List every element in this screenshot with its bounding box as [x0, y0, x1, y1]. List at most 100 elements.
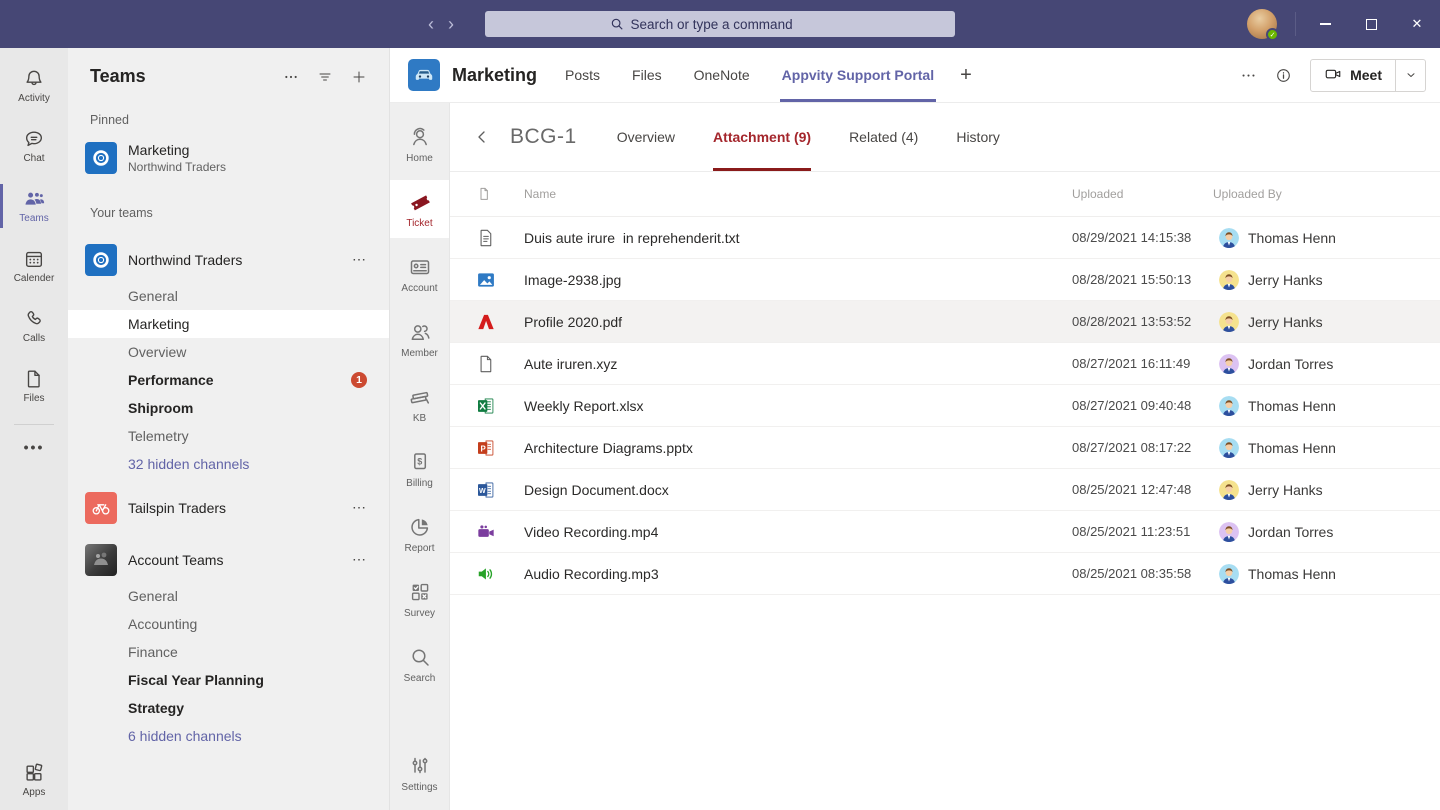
- channel-shiproom[interactable]: Shiproom: [68, 394, 389, 422]
- tab-appvity-support-portal[interactable]: Appvity Support Portal: [782, 48, 934, 102]
- channel-label: Finance: [128, 644, 375, 660]
- app-rail-item-label: Ticket: [406, 218, 432, 229]
- attachment-row[interactable]: Aute iruren.xyz 08/27/2021 16:11:49 Jord…: [450, 343, 1440, 385]
- app-rail-item-ticket[interactable]: Ticket: [390, 180, 449, 238]
- back-icon[interactable]: [474, 129, 496, 145]
- app-rail-item-kb[interactable]: KB: [390, 375, 449, 433]
- header-more-icon[interactable]: [1240, 67, 1257, 84]
- minimize-button[interactable]: [1302, 0, 1348, 48]
- channel-general[interactable]: General: [68, 582, 389, 610]
- team-row-account-teams[interactable]: Account Teams ⋯: [68, 538, 389, 582]
- ticket-tab-attachment-9[interactable]: Attachment (9): [713, 103, 811, 171]
- attachment-row[interactable]: W Design Document.docx 08/25/2021 12:47:…: [450, 469, 1440, 511]
- add-tab-button[interactable]: +: [960, 64, 972, 87]
- rail-more-button[interactable]: •••: [0, 435, 68, 459]
- team-logo: [408, 59, 440, 91]
- hidden-channels-link[interactable]: 32 hidden channels: [68, 450, 389, 478]
- pinned-channel-marketing[interactable]: Marketing Northwind Traders: [68, 137, 389, 180]
- channel-info-icon[interactable]: [1275, 67, 1292, 84]
- app-rail-item-billing[interactable]: $ Billing: [390, 440, 449, 498]
- attachment-file-name[interactable]: Image-2938.jpg: [524, 272, 1072, 288]
- user-avatar[interactable]: ✓: [1247, 9, 1277, 39]
- team-row-northwind-traders[interactable]: Northwind Traders ⋯: [68, 238, 389, 282]
- attachment-file-name[interactable]: Audio Recording.mp3: [524, 566, 1072, 582]
- attachment-row[interactable]: Weekly Report.xlsx 08/27/2021 09:40:48 T…: [450, 385, 1440, 427]
- northwind-logo: [85, 244, 117, 276]
- powerpoint-file-icon: P: [476, 438, 496, 458]
- generic-file-icon: [476, 354, 496, 374]
- attachment-file-name[interactable]: Video Recording.mp4: [524, 524, 1072, 540]
- left-rail: Activity Chat Teams Calender Calls Files…: [0, 48, 68, 810]
- tab-files[interactable]: Files: [632, 48, 662, 102]
- channel-overview[interactable]: Overview: [68, 338, 389, 366]
- rail-item-apps[interactable]: Apps: [0, 752, 68, 808]
- team-more-icon[interactable]: ⋯: [352, 251, 367, 268]
- channel-general[interactable]: General: [68, 282, 389, 310]
- channel-finance[interactable]: Finance: [68, 638, 389, 666]
- ticket-tab-history[interactable]: History: [956, 103, 1000, 171]
- app-rail-item-label: Account: [401, 283, 437, 294]
- tab-onenote[interactable]: OneNote: [694, 48, 750, 102]
- team-row-tailspin-traders[interactable]: Tailspin Traders ⋯: [68, 486, 389, 530]
- svg-text:W: W: [479, 487, 486, 495]
- search-app-icon: [408, 645, 432, 669]
- uploader-avatar: [1219, 564, 1239, 584]
- team-more-icon[interactable]: ⋯: [352, 499, 367, 516]
- rail-item-calls[interactable]: Calls: [0, 298, 68, 354]
- hidden-channels-link[interactable]: 6 hidden channels: [68, 722, 389, 750]
- app-rail-item-home[interactable]: Home: [390, 115, 449, 173]
- channel-strategy[interactable]: Strategy: [68, 694, 389, 722]
- command-search[interactable]: [485, 11, 955, 37]
- attachment-row[interactable]: Video Recording.mp4 08/25/2021 11:23:51 …: [450, 511, 1440, 553]
- ticket-tab-related-4[interactable]: Related (4): [849, 103, 918, 171]
- attachment-file-name[interactable]: Design Document.docx: [524, 482, 1072, 498]
- channel-marketing[interactable]: Marketing: [68, 310, 389, 338]
- rail-item-label: Chat: [23, 153, 44, 164]
- close-button[interactable]: ✕: [1394, 0, 1440, 48]
- app-rail-item-search[interactable]: Search: [390, 635, 449, 693]
- channel-accounting[interactable]: Accounting: [68, 610, 389, 638]
- app-rail-item-member[interactable]: Member: [390, 310, 449, 368]
- attachment-file-name[interactable]: Duis aute irure in reprehenderit.txt: [524, 230, 1072, 246]
- search-input[interactable]: [631, 17, 831, 32]
- meet-button[interactable]: Meet: [1310, 59, 1426, 92]
- attachment-file-name[interactable]: Architecture Diagrams.pptx: [524, 440, 1072, 456]
- attachment-file-name[interactable]: Profile 2020.pdf: [524, 314, 1072, 330]
- filter-icon[interactable]: [317, 69, 333, 85]
- maximize-button[interactable]: [1348, 0, 1394, 48]
- channel-label: Strategy: [128, 700, 375, 716]
- account-icon: [408, 255, 432, 279]
- ticket-tab-overview[interactable]: Overview: [617, 103, 675, 171]
- titlebar-divider: [1295, 12, 1296, 36]
- rail-item-activity[interactable]: Activity: [0, 58, 68, 114]
- rail-item-teams[interactable]: Teams: [0, 178, 68, 234]
- channel-telemetry[interactable]: Telemetry: [68, 422, 389, 450]
- rail-item-files[interactable]: Files: [0, 358, 68, 414]
- meet-options-chevron[interactable]: [1395, 60, 1425, 91]
- team-more-icon[interactable]: ⋯: [352, 551, 367, 568]
- uploader-avatar: [1219, 396, 1239, 416]
- channel-fiscal-year-planning[interactable]: Fiscal Year Planning: [68, 666, 389, 694]
- attachment-file-name[interactable]: Weekly Report.xlsx: [524, 398, 1072, 414]
- rail-item-chat[interactable]: Chat: [0, 118, 68, 174]
- attachment-row[interactable]: Duis aute irure in reprehenderit.txt 08/…: [450, 217, 1440, 259]
- app-rail-item-settings[interactable]: Settings: [390, 744, 449, 802]
- meet-button-label: Meet: [1350, 67, 1382, 83]
- join-create-team-icon[interactable]: [351, 69, 367, 85]
- attachment-uploaded-date: 08/29/2021 14:15:38: [1072, 230, 1213, 245]
- app-rail-item-survey[interactable]: Survey: [390, 570, 449, 628]
- word-file-icon: W: [476, 480, 496, 500]
- attachment-file-name[interactable]: Aute iruren.xyz: [524, 356, 1072, 372]
- app-rail-item-account[interactable]: Account: [390, 245, 449, 303]
- attachment-row[interactable]: Profile 2020.pdf 08/28/2021 13:53:52 Jer…: [450, 301, 1440, 343]
- attachment-row[interactable]: Audio Recording.mp3 08/25/2021 08:35:58 …: [450, 553, 1440, 595]
- app-rail-item-report[interactable]: Report: [390, 505, 449, 563]
- more-options-icon[interactable]: [283, 69, 299, 85]
- channel-performance[interactable]: Performance1: [68, 366, 389, 394]
- tab-posts[interactable]: Posts: [565, 48, 600, 102]
- attachment-row[interactable]: Image-2938.jpg 08/28/2021 15:50:13 Jerry…: [450, 259, 1440, 301]
- back-nav-icon[interactable]: ‹: [428, 15, 434, 33]
- attachment-row[interactable]: P Architecture Diagrams.pptx 08/27/2021 …: [450, 427, 1440, 469]
- rail-item-calender[interactable]: Calender: [0, 238, 68, 294]
- forward-nav-icon[interactable]: ›: [448, 15, 454, 33]
